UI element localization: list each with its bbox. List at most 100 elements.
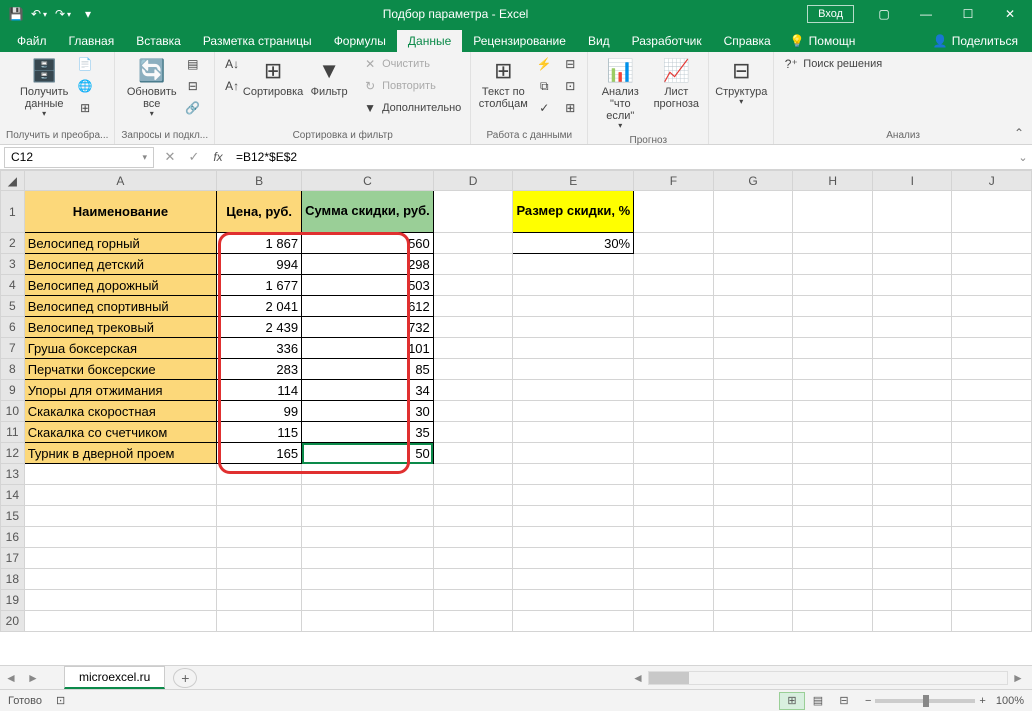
cell[interactable]: [513, 317, 634, 338]
cell[interactable]: [433, 443, 513, 464]
cell[interactable]: [713, 275, 793, 296]
cell[interactable]: [302, 527, 434, 548]
accept-formula-icon[interactable]: ✓: [182, 147, 206, 168]
cell[interactable]: [217, 485, 302, 506]
cell[interactable]: [713, 233, 793, 254]
cell[interactable]: [24, 527, 216, 548]
cell[interactable]: [952, 254, 1032, 275]
cell[interactable]: [793, 275, 873, 296]
sheet-nav-prev-icon[interactable]: ◄: [0, 671, 22, 685]
cell[interactable]: [634, 464, 714, 485]
solver-button[interactable]: ?⁺Поиск решения: [780, 54, 885, 74]
cell[interactable]: 114: [217, 380, 302, 401]
cell[interactable]: [433, 296, 513, 317]
share-button[interactable]: 👤Поделиться: [925, 30, 1026, 52]
cell[interactable]: [513, 422, 634, 443]
row[interactable]: 4 Велосипед дорожный 1 677 503: [1, 275, 1032, 296]
cell[interactable]: [952, 359, 1032, 380]
cell[interactable]: 612: [302, 296, 434, 317]
cell[interactable]: [952, 380, 1032, 401]
sheet-tab[interactable]: microexcel.ru: [64, 666, 165, 689]
cell[interactable]: [634, 317, 714, 338]
cell[interactable]: [24, 464, 216, 485]
row[interactable]: 8 Перчатки боксерские 283 85: [1, 359, 1032, 380]
cell[interactable]: [513, 611, 634, 632]
cell[interactable]: [217, 464, 302, 485]
cell[interactable]: 35: [302, 422, 434, 443]
col-header[interactable]: J: [952, 171, 1032, 191]
cell[interactable]: [302, 611, 434, 632]
cell[interactable]: Перчатки боксерские: [24, 359, 216, 380]
cell[interactable]: [513, 359, 634, 380]
tell-me[interactable]: 💡Помощн: [782, 30, 864, 52]
cell[interactable]: [302, 464, 434, 485]
scroll-thumb[interactable]: [649, 672, 689, 684]
row[interactable]: 7 Груша боксерская 336 101: [1, 338, 1032, 359]
cell[interactable]: [217, 548, 302, 569]
cell[interactable]: [302, 569, 434, 590]
cell[interactable]: [634, 527, 714, 548]
cell[interactable]: [952, 296, 1032, 317]
tab-home[interactable]: Главная: [58, 30, 126, 52]
cell[interactable]: 2 439: [217, 317, 302, 338]
cell[interactable]: [873, 338, 952, 359]
name-box[interactable]: C12 ▾: [4, 147, 154, 168]
row[interactable]: 2 Велосипед горный 1 867 560 30%: [1, 233, 1032, 254]
refresh-all-button[interactable]: 🔄 Обновить все▾: [126, 54, 178, 121]
cell[interactable]: 115: [217, 422, 302, 443]
sort-desc-button[interactable]: A↑: [221, 76, 243, 96]
cell[interactable]: [513, 527, 634, 548]
row-header[interactable]: 1: [1, 191, 25, 233]
cell[interactable]: [873, 611, 952, 632]
cell[interactable]: [24, 485, 216, 506]
cell[interactable]: [793, 359, 873, 380]
cell[interactable]: [302, 506, 434, 527]
cell[interactable]: [793, 611, 873, 632]
cell[interactable]: [513, 254, 634, 275]
cell[interactable]: [873, 569, 952, 590]
what-if-button[interactable]: 📊 Анализ "что если"▾: [594, 54, 646, 133]
cell[interactable]: [513, 506, 634, 527]
cell[interactable]: [433, 191, 513, 233]
cell[interactable]: [713, 443, 793, 464]
cell[interactable]: [433, 380, 513, 401]
cell[interactable]: 50: [302, 443, 434, 464]
row-header[interactable]: 3: [1, 254, 25, 275]
row[interactable]: 3 Велосипед детский 994 298: [1, 254, 1032, 275]
row-header[interactable]: 6: [1, 317, 25, 338]
minimize-button[interactable]: —: [906, 0, 946, 28]
cell[interactable]: [952, 275, 1032, 296]
row[interactable]: 20: [1, 611, 1032, 632]
maximize-button[interactable]: ☐: [948, 0, 988, 28]
row[interactable]: 14: [1, 485, 1032, 506]
forecast-sheet-button[interactable]: 📈 Лист прогноза: [650, 54, 702, 112]
row[interactable]: 11 Скакалка со счетчиком 115 35: [1, 422, 1032, 443]
cell[interactable]: Турник в дверной проем: [24, 443, 216, 464]
cell[interactable]: [634, 191, 714, 233]
row[interactable]: 16: [1, 527, 1032, 548]
cell[interactable]: 283: [217, 359, 302, 380]
col-header[interactable]: D: [433, 171, 513, 191]
cell[interactable]: [634, 338, 714, 359]
cell[interactable]: [793, 338, 873, 359]
new-sheet-button[interactable]: +: [173, 668, 197, 688]
row-header[interactable]: 15: [1, 506, 25, 527]
cell[interactable]: [433, 275, 513, 296]
spreadsheet-grid[interactable]: ◢ A B C D E F G H I J 1 Наименование Цен…: [0, 170, 1032, 665]
tab-formulas[interactable]: Формулы: [323, 30, 397, 52]
cell[interactable]: [952, 401, 1032, 422]
cell[interactable]: [217, 590, 302, 611]
relationships-button[interactable]: ⊡: [559, 76, 581, 96]
cell[interactable]: [433, 422, 513, 443]
header-cell[interactable]: Наименование: [24, 191, 216, 233]
cell[interactable]: [713, 254, 793, 275]
fx-icon[interactable]: fx: [206, 147, 230, 168]
cell[interactable]: 99: [217, 401, 302, 422]
cell[interactable]: [433, 548, 513, 569]
cell[interactable]: [634, 401, 714, 422]
cell[interactable]: [873, 401, 952, 422]
zoom-value[interactable]: 100%: [996, 695, 1024, 707]
row[interactable]: 17: [1, 548, 1032, 569]
cell[interactable]: [513, 590, 634, 611]
cell[interactable]: [713, 317, 793, 338]
